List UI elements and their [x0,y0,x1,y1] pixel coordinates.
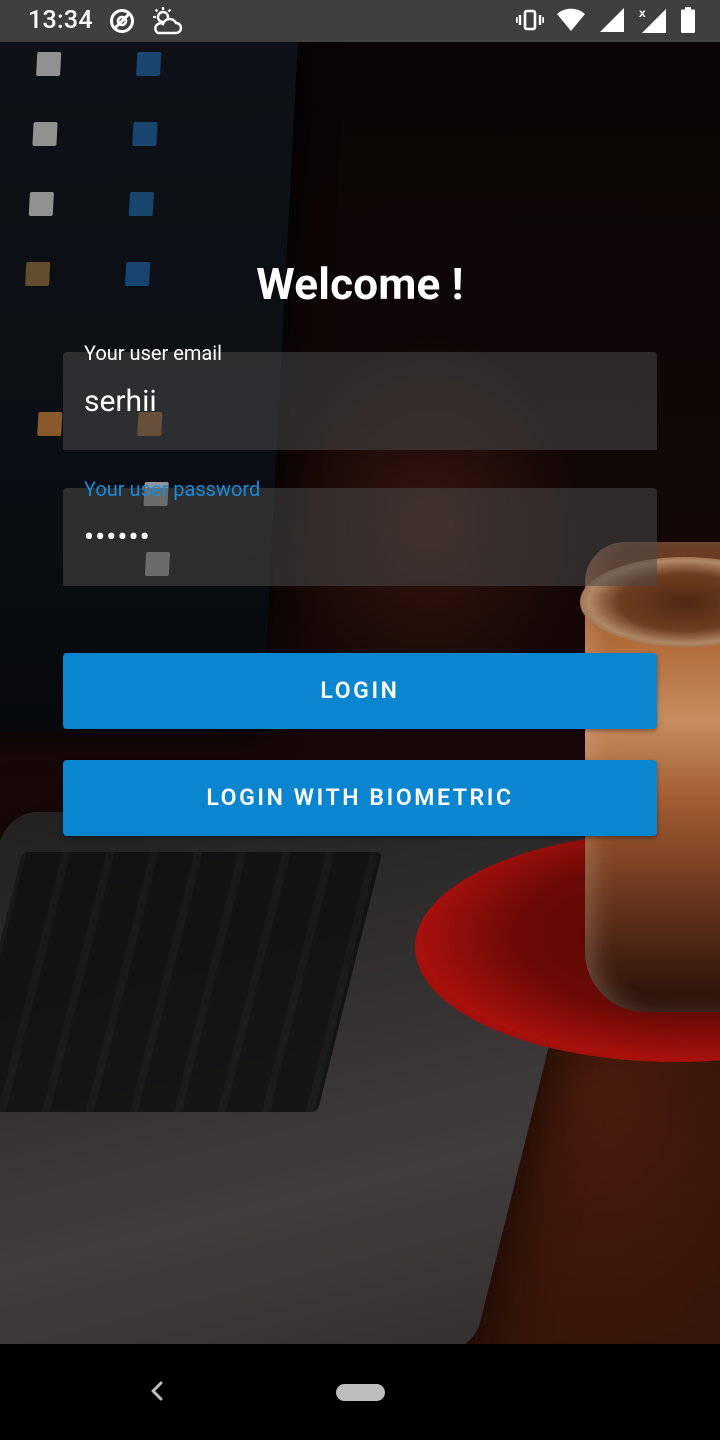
password-field-label: Your user password [84,477,261,501]
password-field[interactable] [63,488,657,586]
status-right-icons: x [515,6,696,38]
home-pill-icon[interactable] [336,1384,385,1401]
login-form: Welcome ! Your user email serhii Your us… [0,42,720,1344]
login-biometric-button[interactable]: LOGIN WITH BIOMETRIC [63,760,657,836]
welcome-title: Welcome ! [256,258,464,310]
status-bar: 13:34 x [0,0,720,42]
svg-text:x: x [639,6,646,20]
status-time: 13:34 [28,6,93,35]
password-input[interactable]: •••••• [84,520,151,555]
wifi-icon [556,7,586,37]
signal-no-data-icon: x [638,6,668,38]
signal-icon [598,7,626,37]
status-left-icons [108,6,183,40]
vibrate-icon [515,6,545,38]
login-button[interactable]: LOGIN [63,653,657,729]
battery-icon [680,6,696,38]
weather-partly-cloudy-icon [150,6,183,40]
email-input[interactable]: serhii [84,384,157,419]
email-field-label: Your user email [84,341,222,365]
do-not-disturb-icon [108,7,136,39]
login-screen: 13:34 x Welcome ! Your user email serhii… [0,0,720,1440]
back-icon[interactable] [142,1376,172,1406]
navigation-bar [0,1344,720,1440]
